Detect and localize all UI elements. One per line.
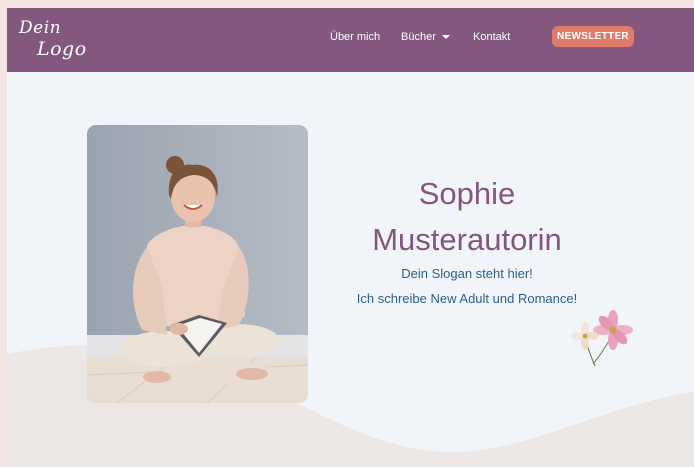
newsletter-button[interactable]: NEWSLETTER bbox=[552, 26, 634, 47]
chevron-down-icon bbox=[441, 35, 450, 40]
site-header: Dein Logo Über mich Bücher Kontakt NEWSL… bbox=[7, 8, 694, 72]
page: Dein Logo Über mich Bücher Kontakt NEWSL… bbox=[7, 8, 694, 467]
nav-item-ueber-mich[interactable]: Über mich bbox=[330, 31, 380, 43]
flowers-illustration bbox=[571, 310, 633, 367]
nav-item-kontakt[interactable]: Kontakt bbox=[473, 31, 510, 43]
nav-item-buecher-label: Bücher bbox=[401, 31, 436, 43]
author-photo-illustration bbox=[87, 125, 308, 403]
author-last-name: Musterautorin bbox=[372, 222, 562, 257]
main-nav: Über mich Bücher Kontakt NEWSLETTER bbox=[7, 8, 694, 72]
author-first-name: Sophie bbox=[418, 176, 516, 211]
nav-item-buecher[interactable]: Bücher bbox=[401, 31, 450, 43]
author-photo bbox=[87, 125, 308, 403]
tagline: Ich schreibe New Adult und Romance! bbox=[356, 291, 578, 306]
slogan: Dein Slogan steht hier! bbox=[401, 266, 533, 281]
